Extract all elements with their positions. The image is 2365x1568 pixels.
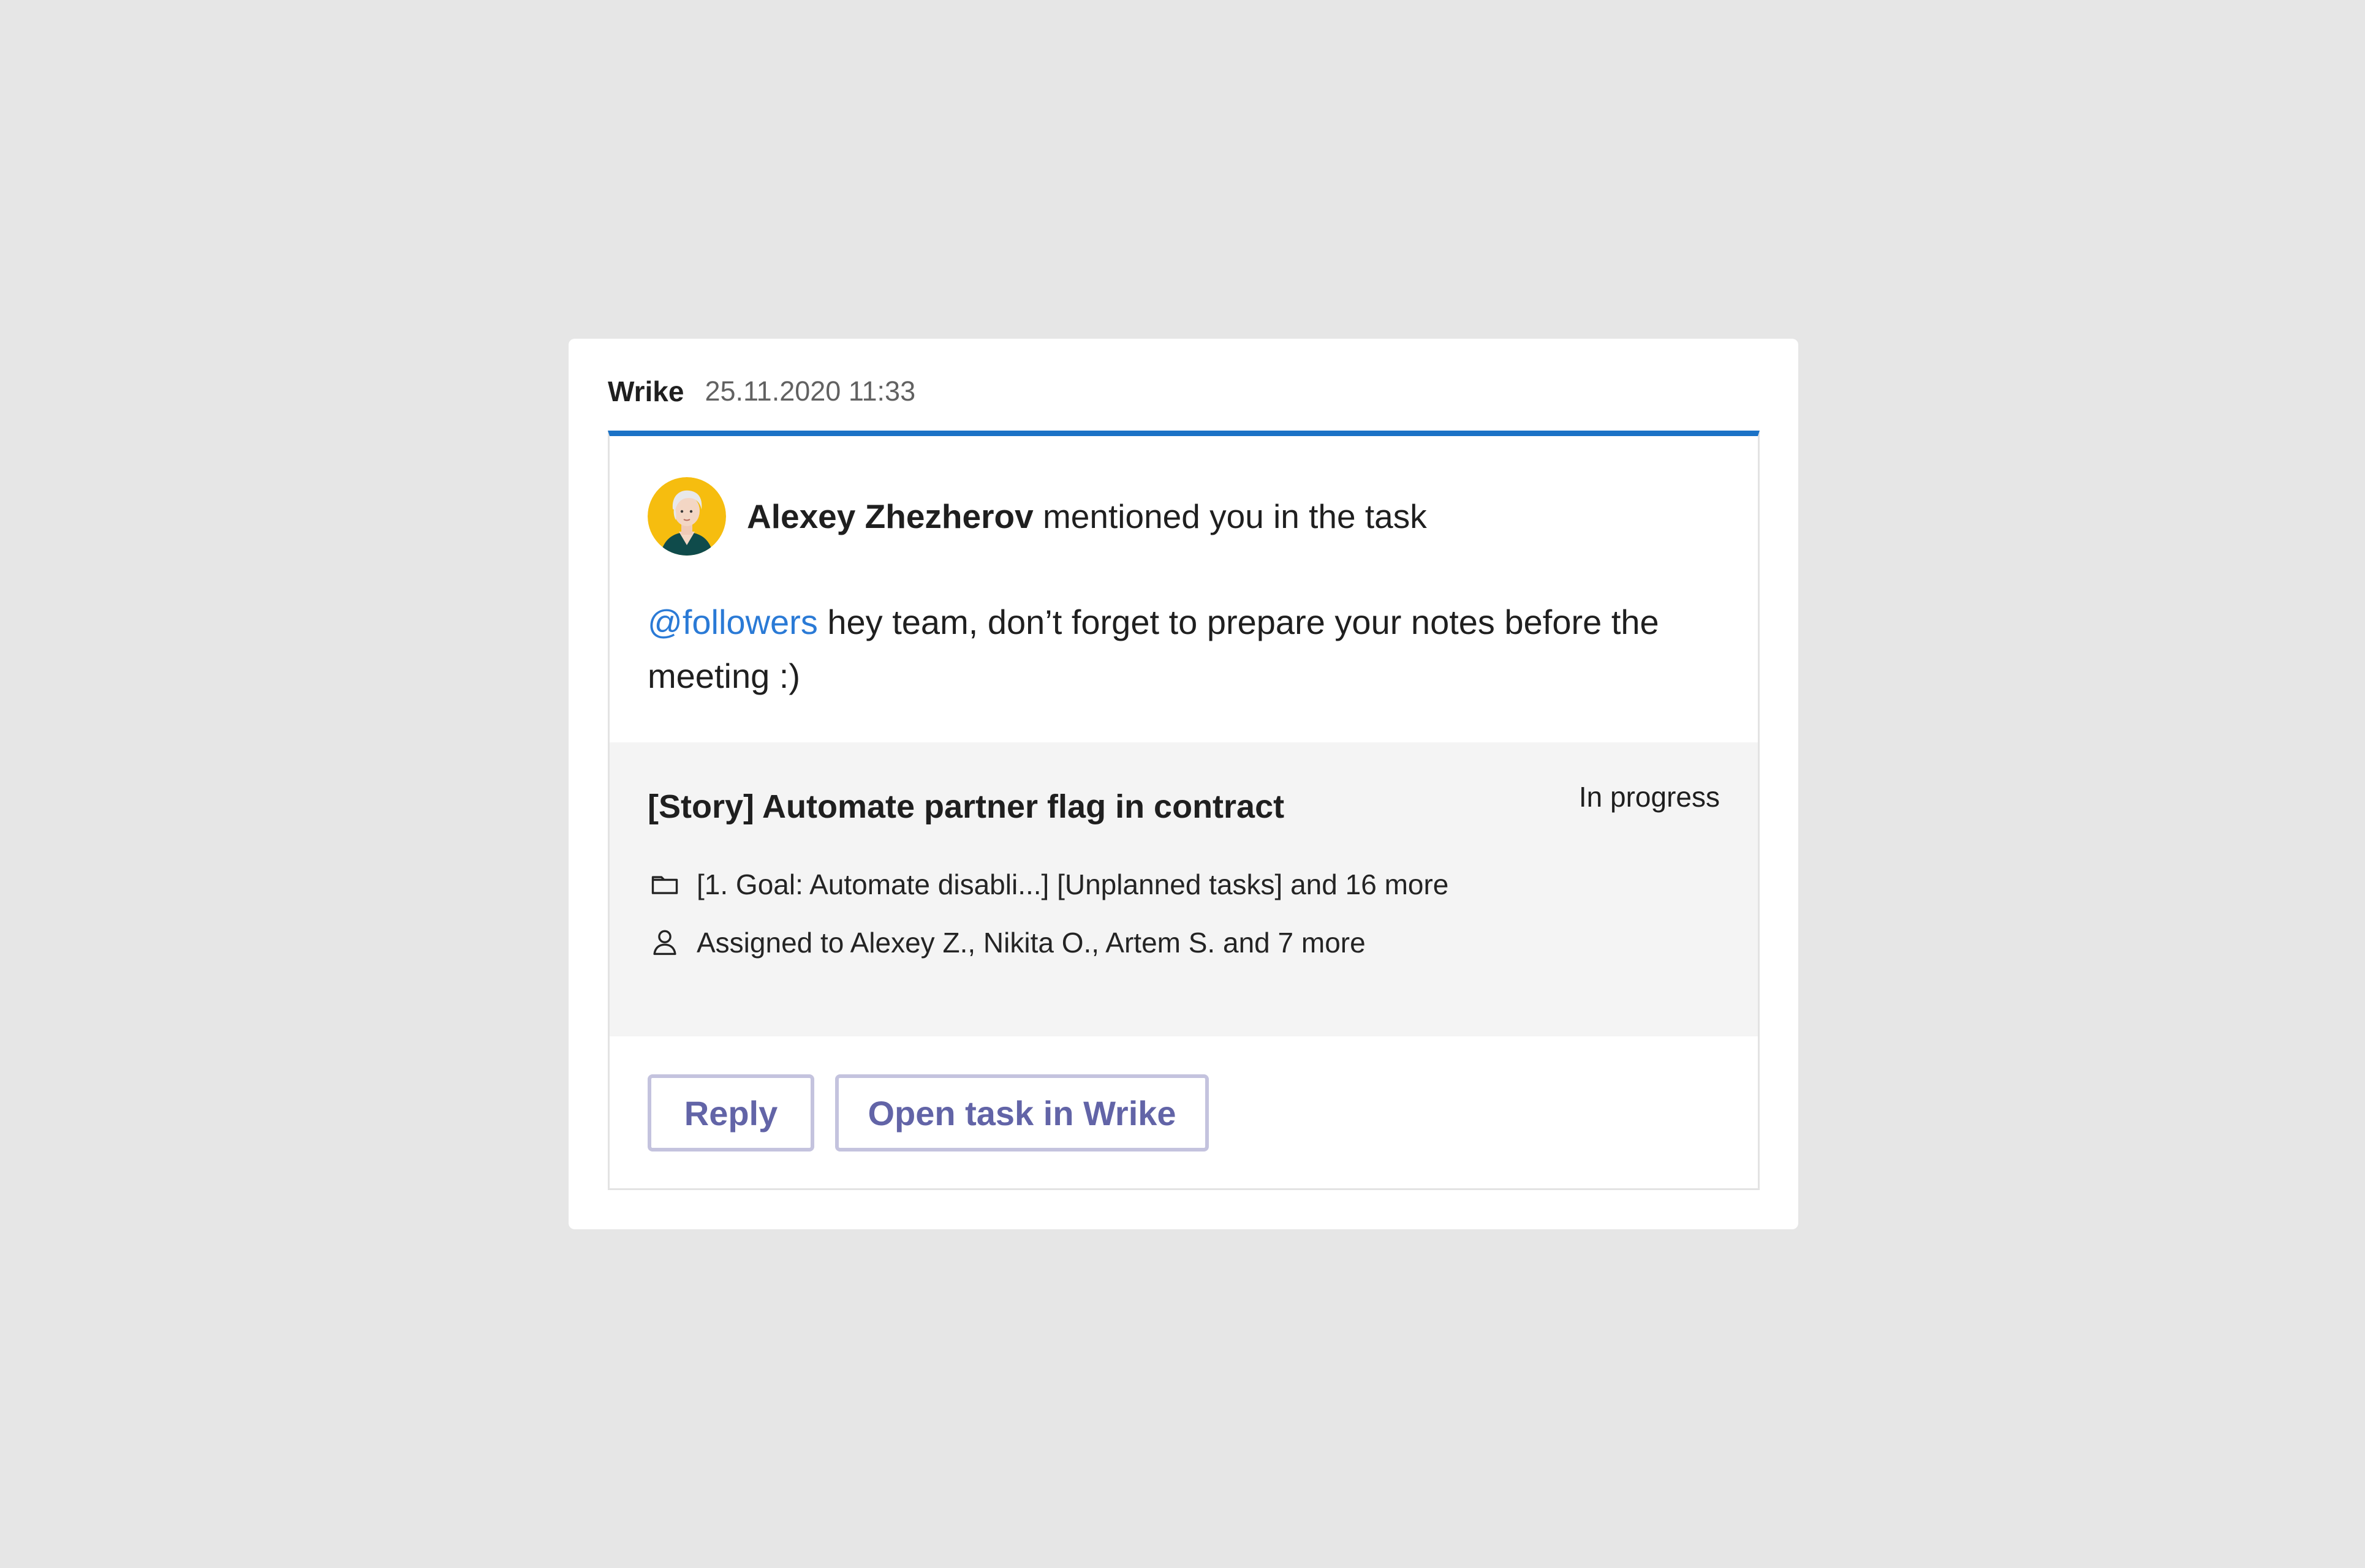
task-summary-panel: [Story] Automate partner flag in contrac…: [610, 742, 1758, 1036]
notification-summary: Alexey Zhezherov mentioned you in the ta…: [747, 497, 1427, 536]
avatar: [648, 477, 726, 556]
folder-icon: [648, 867, 682, 902]
message-card: Wrike 25.11.2020 11:33 Alexey Zhezherov …: [569, 339, 1798, 1229]
task-assignees-row: Assigned to Alexey Z., Nikita O., Artem …: [648, 921, 1366, 964]
card-actions: Reply Open task in Wrike: [648, 1074, 1209, 1152]
author-name: Alexey Zhezherov: [747, 497, 1034, 535]
task-assignees: Assigned to Alexey Z., Nikita O., Artem …: [697, 927, 1366, 959]
task-folders: [1. Goal: Automate disabli...] [Unplanne…: [697, 869, 1449, 900]
message-meta: Wrike 25.11.2020 11:33: [608, 373, 915, 410]
mention-followers-link[interactable]: @followers: [648, 603, 818, 641]
notification-action-text: mentioned you in the task: [1033, 497, 1427, 535]
task-title: [Story] Automate partner flag in contrac…: [648, 788, 1285, 825]
task-status: In progress: [1578, 781, 1720, 813]
wrike-notification-card: Alexey Zhezherov mentioned you in the ta…: [608, 431, 1760, 1190]
person-icon: [648, 925, 682, 960]
reply-button[interactable]: Reply: [648, 1074, 814, 1152]
message-timestamp: 25.11.2020 11:33: [705, 375, 916, 407]
notification-headline: Alexey Zhezherov mentioned you in the ta…: [648, 477, 1427, 556]
task-folders-row: [1. Goal: Automate disabli...] [Unplanne…: [648, 863, 1448, 906]
mention-message: @followers hey team, don’t forget to pre…: [648, 595, 1726, 703]
user-avatar-icon: [648, 477, 726, 556]
open-task-in-wrike-button[interactable]: Open task in Wrike: [835, 1074, 1209, 1152]
sender-name: Wrike: [608, 375, 684, 407]
